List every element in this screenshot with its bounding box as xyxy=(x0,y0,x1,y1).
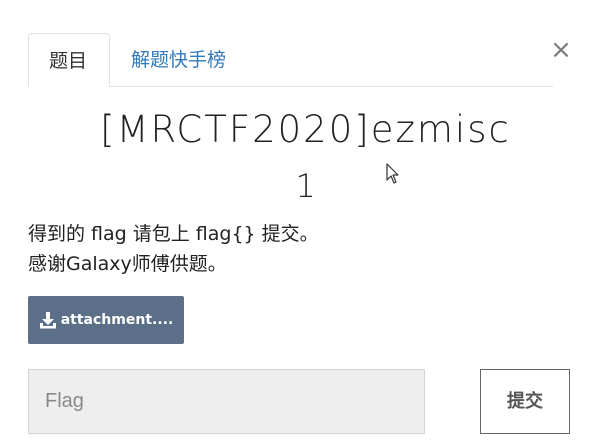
description-line: 得到的 flag 请包上 flag{} 提交。 xyxy=(28,223,319,245)
challenge-value: 1 xyxy=(295,167,316,205)
tab-bar: 题目 解题快手榜 xyxy=(28,33,553,87)
flag-input[interactable] xyxy=(28,369,425,434)
tab-solves-leaderboard[interactable]: 解题快手榜 xyxy=(110,33,246,86)
challenge-title: [MRCTF2020]ezmisc xyxy=(100,108,511,151)
description-line: 感谢Galaxy师傅供题。 xyxy=(28,253,227,275)
tab-challenge[interactable]: 题目 xyxy=(28,33,110,87)
challenge-description: 得到的 flag 请包上 flag{} 提交。 感谢Galaxy师傅供题。 xyxy=(28,219,588,279)
download-icon xyxy=(39,312,56,329)
mouse-cursor-icon xyxy=(386,163,399,184)
attachment-label: attachment.... xyxy=(60,312,174,328)
attachment-download-button[interactable]: attachment.... xyxy=(28,296,184,344)
submit-button[interactable]: 提交 xyxy=(480,369,570,434)
